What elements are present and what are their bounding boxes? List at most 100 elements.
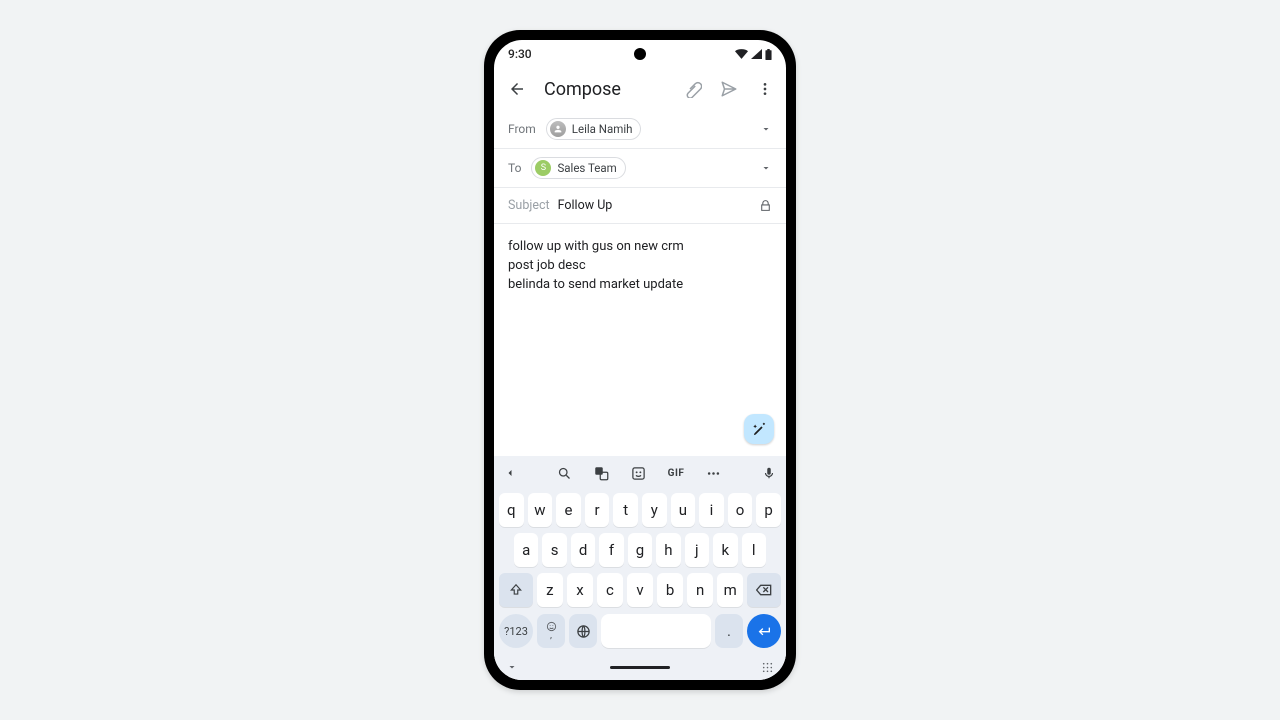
wifi-icon: [735, 49, 748, 59]
key-n[interactable]: n: [687, 573, 713, 607]
key-o[interactable]: o: [728, 493, 753, 527]
key-b[interactable]: b: [657, 573, 683, 607]
status-time: 9:30: [508, 47, 532, 61]
chevron-down-icon: [760, 123, 772, 135]
key-a[interactable]: a: [514, 533, 538, 567]
key-c[interactable]: c: [597, 573, 623, 607]
keyboard-switcher[interactable]: [761, 661, 774, 674]
send-button[interactable]: [718, 78, 740, 100]
more-vert-icon: [757, 81, 773, 97]
to-label: To: [508, 161, 521, 175]
attach-button[interactable]: [682, 78, 704, 100]
to-chip-label: Sales Team: [557, 161, 616, 175]
kb-back[interactable]: [504, 467, 516, 479]
subject-label: Subject: [508, 198, 550, 213]
globe-icon: [576, 624, 591, 639]
key-x[interactable]: x: [567, 573, 593, 607]
key-enter[interactable]: [747, 614, 781, 648]
key-emoji[interactable]: ,: [537, 614, 565, 648]
sticker-icon: [631, 466, 646, 481]
screen: 9:30 Compose: [494, 40, 786, 680]
key-d[interactable]: d: [571, 533, 595, 567]
overflow-button[interactable]: [754, 78, 776, 100]
search-icon: [557, 466, 572, 481]
key-v[interactable]: v: [627, 573, 653, 607]
key-l[interactable]: l: [742, 533, 766, 567]
battery-icon: [765, 49, 772, 60]
expand-from[interactable]: [760, 123, 772, 135]
key-i[interactable]: i: [699, 493, 724, 527]
from-label: From: [508, 122, 536, 136]
chevron-down-icon: [506, 661, 518, 673]
kb-search[interactable]: [557, 466, 572, 481]
key-k[interactable]: k: [713, 533, 737, 567]
grid-icon: [761, 661, 774, 674]
key-e[interactable]: e: [556, 493, 581, 527]
page-title: Compose: [544, 79, 666, 100]
key-w[interactable]: w: [528, 493, 553, 527]
keyboard: GIF q w e r t y u i o p a s d: [494, 456, 786, 680]
shift-icon: [509, 583, 523, 597]
to-row[interactable]: To S Sales Team: [494, 149, 786, 188]
key-y[interactable]: y: [642, 493, 667, 527]
keyboard-toolbar: GIF: [494, 456, 786, 490]
compose-body[interactable]: follow up with gus on new crm post job d…: [494, 224, 786, 456]
enter-icon: [756, 623, 772, 639]
subject-row[interactable]: Subject Follow Up: [494, 188, 786, 224]
keyboard-row-3: z x c v b n m: [494, 570, 786, 610]
key-p[interactable]: p: [756, 493, 781, 527]
kb-sticker[interactable]: [631, 466, 646, 481]
key-m[interactable]: m: [717, 573, 743, 607]
kb-mic[interactable]: [762, 466, 776, 480]
key-space[interactable]: [601, 614, 711, 648]
key-u[interactable]: u: [671, 493, 696, 527]
key-backspace[interactable]: [747, 573, 781, 607]
kb-gif[interactable]: GIF: [668, 468, 685, 479]
status-icons: [735, 49, 772, 60]
comma-label: ,: [550, 632, 552, 641]
translate-icon: [594, 466, 609, 481]
chevron-left-icon: [504, 467, 516, 479]
kb-more[interactable]: [706, 466, 721, 481]
key-period[interactable]: .: [715, 614, 743, 648]
phone-frame: 9:30 Compose: [484, 30, 796, 690]
key-h[interactable]: h: [656, 533, 680, 567]
keyboard-row-1: q w e r t y u i o p: [494, 490, 786, 530]
body-line: follow up with gus on new crm: [508, 238, 772, 257]
gesture-handle[interactable]: [610, 666, 670, 669]
arrow-back-icon: [508, 80, 526, 98]
encryption-indicator[interactable]: [759, 199, 772, 212]
key-g[interactable]: g: [628, 533, 652, 567]
keyboard-row-2: a s d f g h j k l: [494, 530, 786, 570]
subject-value: Follow Up: [558, 198, 613, 213]
kb-translate[interactable]: [594, 466, 609, 481]
key-z[interactable]: z: [537, 573, 563, 607]
from-row[interactable]: From Leila Namih: [494, 110, 786, 149]
front-camera: [634, 48, 646, 60]
keyboard-row-4: ?123 , .: [494, 610, 786, 654]
key-j[interactable]: j: [685, 533, 709, 567]
key-q[interactable]: q: [499, 493, 524, 527]
expand-to[interactable]: [760, 162, 772, 174]
avatar-initial: S: [535, 160, 551, 176]
back-button[interactable]: [506, 78, 528, 100]
body-line: post job desc: [508, 257, 772, 276]
key-f[interactable]: f: [599, 533, 623, 567]
more-horiz-icon: [706, 466, 721, 481]
key-s[interactable]: s: [542, 533, 566, 567]
smart-compose-button[interactable]: [744, 414, 774, 444]
backspace-icon: [756, 583, 772, 597]
key-t[interactable]: t: [613, 493, 638, 527]
to-chip[interactable]: S Sales Team: [531, 157, 625, 179]
key-shift[interactable]: [499, 573, 533, 607]
app-bar: Compose: [494, 68, 786, 110]
magic-pen-icon: [752, 422, 767, 437]
key-r[interactable]: r: [585, 493, 610, 527]
key-globe[interactable]: [569, 614, 597, 648]
collapse-keyboard[interactable]: [506, 661, 518, 673]
from-chip[interactable]: Leila Namih: [546, 118, 642, 140]
signal-icon: [751, 49, 762, 59]
nav-bar: [494, 654, 786, 680]
key-symbols[interactable]: ?123: [499, 614, 533, 648]
mic-icon: [762, 466, 776, 480]
